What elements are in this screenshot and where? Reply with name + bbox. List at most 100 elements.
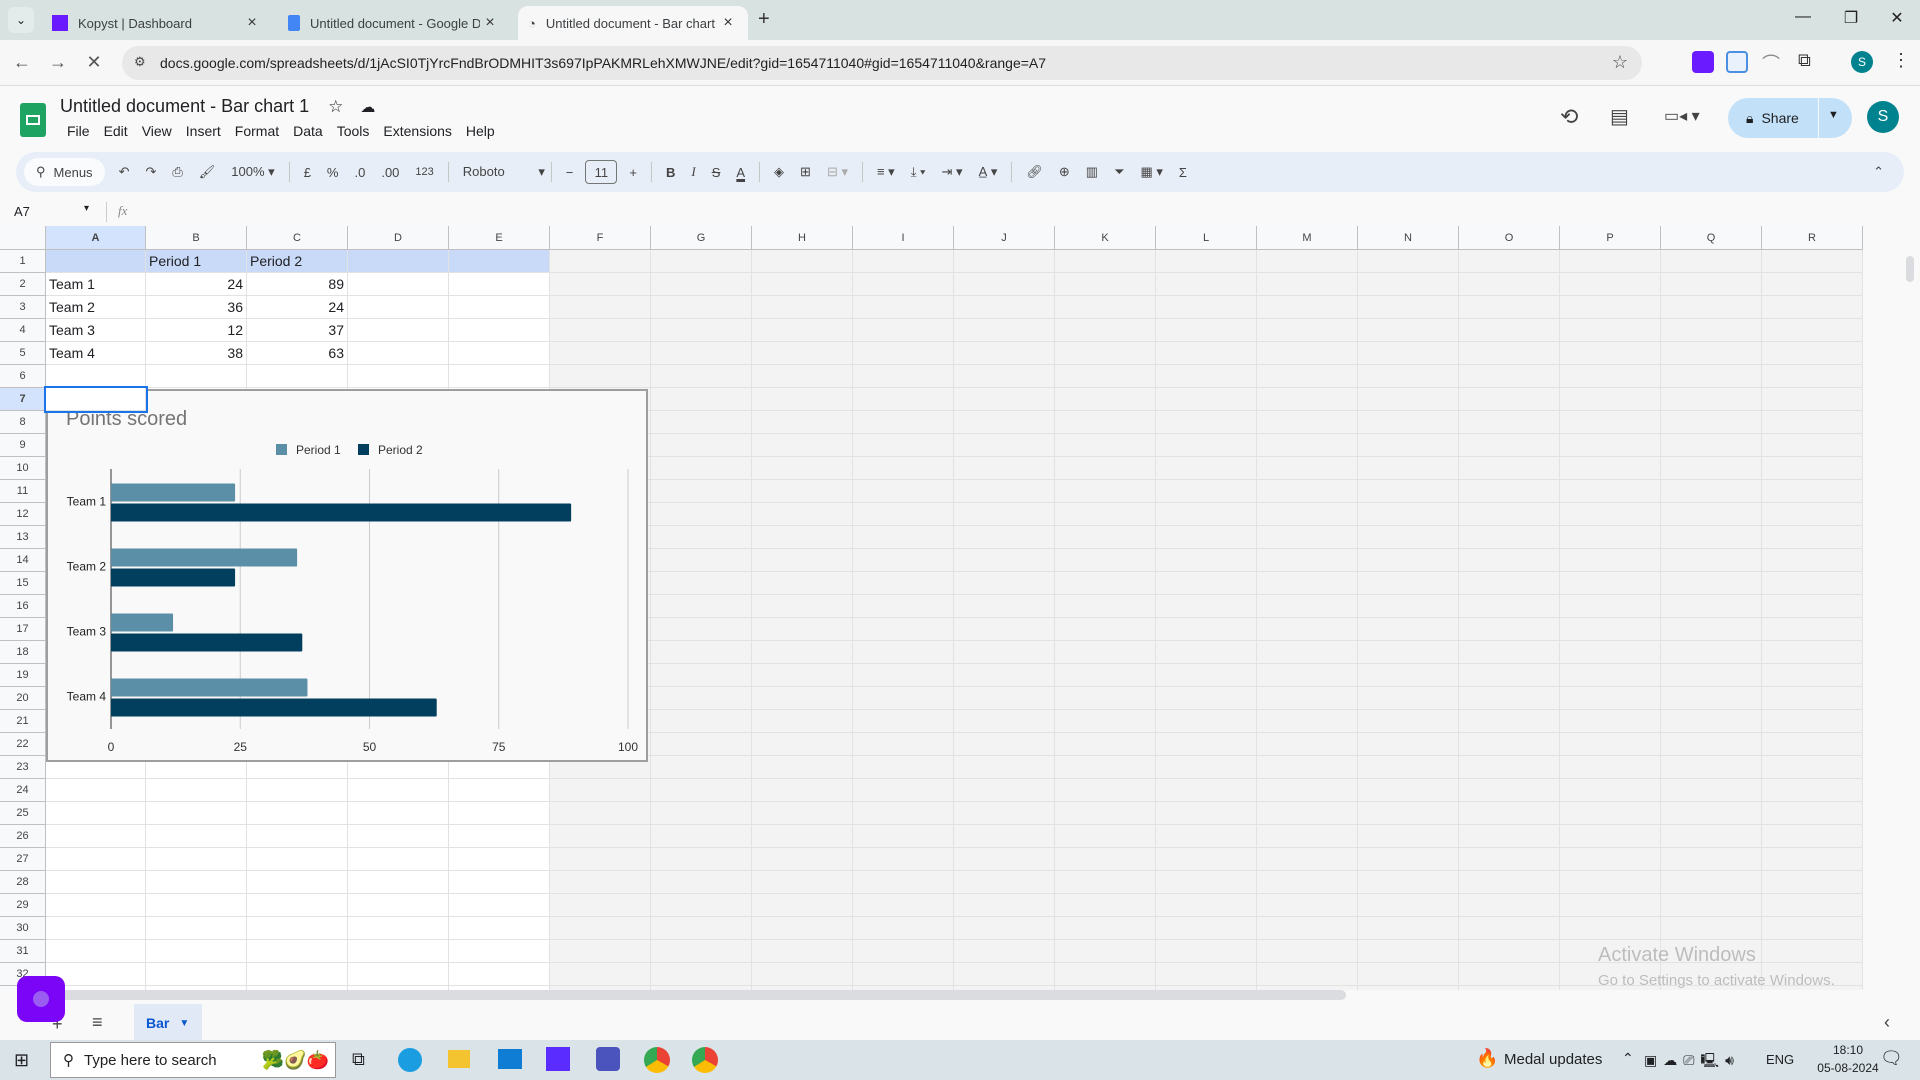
cell-O16[interactable]: [1459, 595, 1560, 618]
cell-L10[interactable]: [1156, 457, 1257, 480]
cell-H28[interactable]: [752, 871, 853, 894]
cell-J7[interactable]: [954, 388, 1055, 411]
cell-P18[interactable]: [1560, 641, 1661, 664]
cell-O18[interactable]: [1459, 641, 1560, 664]
edge-icon[interactable]: [398, 1048, 422, 1072]
cell-E24[interactable]: [449, 779, 550, 802]
cell-L21[interactable]: [1156, 710, 1257, 733]
cell-O20[interactable]: [1459, 687, 1560, 710]
cell-H27[interactable]: [752, 848, 853, 871]
cell-O31[interactable]: [1459, 940, 1560, 963]
cell-Q19[interactable]: [1661, 664, 1762, 687]
clock-date[interactable]: 05-08-2024: [1808, 1061, 1888, 1075]
cell-O33[interactable]: [1459, 986, 1560, 990]
share-dropdown-icon[interactable]: ▼: [1828, 109, 1839, 121]
menu-edit[interactable]: Edit: [97, 123, 135, 139]
cell-O30[interactable]: [1459, 917, 1560, 940]
cell-J16[interactable]: [954, 595, 1055, 618]
cell-J13[interactable]: [954, 526, 1055, 549]
cell-J26[interactable]: [954, 825, 1055, 848]
cell-L22[interactable]: [1156, 733, 1257, 756]
cell-P2[interactable]: [1560, 273, 1661, 296]
cell-G23[interactable]: [651, 756, 752, 779]
cell-G24[interactable]: [651, 779, 752, 802]
cell-A28[interactable]: [46, 871, 146, 894]
cell-O26[interactable]: [1459, 825, 1560, 848]
bar-team-2-period-1[interactable]: [111, 548, 298, 567]
cell-O5[interactable]: [1459, 342, 1560, 365]
cell-N10[interactable]: [1358, 457, 1459, 480]
cell-G17[interactable]: [651, 618, 752, 641]
cell-A4[interactable]: Team 3: [46, 319, 146, 342]
cell-R22[interactable]: [1762, 733, 1863, 756]
row-header-1[interactable]: 1: [0, 250, 46, 273]
cell-K6[interactable]: [1055, 365, 1156, 388]
cell-A24[interactable]: [46, 779, 146, 802]
cell-D3[interactable]: [348, 296, 449, 319]
redo-icon[interactable]: ↷: [137, 164, 164, 180]
bold-icon[interactable]: B: [658, 165, 683, 180]
cell-K21[interactable]: [1055, 710, 1156, 733]
cell-B30[interactable]: [146, 917, 247, 940]
cell-H29[interactable]: [752, 894, 853, 917]
cell-F29[interactable]: [550, 894, 651, 917]
cell-J11[interactable]: [954, 480, 1055, 503]
cell-G10[interactable]: [651, 457, 752, 480]
cell-Q8[interactable]: [1661, 411, 1762, 434]
cell-R23[interactable]: [1762, 756, 1863, 779]
comments-icon[interactable]: ▤: [1610, 104, 1629, 129]
cell-G25[interactable]: [651, 802, 752, 825]
cell-D28[interactable]: [348, 871, 449, 894]
cell-L27[interactable]: [1156, 848, 1257, 871]
cell-O2[interactable]: [1459, 273, 1560, 296]
cell-R29[interactable]: [1762, 894, 1863, 917]
cell-P21[interactable]: [1560, 710, 1661, 733]
cell-O25[interactable]: [1459, 802, 1560, 825]
sheet-tab-dropdown-icon[interactable]: ▼: [179, 1018, 189, 1029]
cell-O21[interactable]: [1459, 710, 1560, 733]
cell-N21[interactable]: [1358, 710, 1459, 733]
restore-button[interactable]: ❐: [1836, 8, 1866, 28]
cell-C25[interactable]: [247, 802, 348, 825]
cell-H24[interactable]: [752, 779, 853, 802]
cell-L11[interactable]: [1156, 480, 1257, 503]
cell-I8[interactable]: [853, 411, 954, 434]
cell-L30[interactable]: [1156, 917, 1257, 940]
cell-Q24[interactable]: [1661, 779, 1762, 802]
cell-M3[interactable]: [1257, 296, 1358, 319]
cell-D2[interactable]: [348, 273, 449, 296]
strikethrough-icon[interactable]: S: [704, 165, 729, 180]
cell-O28[interactable]: [1459, 871, 1560, 894]
cell-Q21[interactable]: [1661, 710, 1762, 733]
cell-O3[interactable]: [1459, 296, 1560, 319]
cell-A30[interactable]: [46, 917, 146, 940]
cell-K8[interactable]: [1055, 411, 1156, 434]
cell-N14[interactable]: [1358, 549, 1459, 572]
borders-icon[interactable]: ⊞: [792, 164, 819, 180]
cell-L9[interactable]: [1156, 434, 1257, 457]
cell-K32[interactable]: [1055, 963, 1156, 986]
cell-K20[interactable]: [1055, 687, 1156, 710]
cell-R20[interactable]: [1762, 687, 1863, 710]
cell-N11[interactable]: [1358, 480, 1459, 503]
cell-N2[interactable]: [1358, 273, 1459, 296]
print-icon[interactable]: ⎙: [164, 164, 190, 180]
row-header-31[interactable]: 31: [0, 940, 46, 963]
cell-P13[interactable]: [1560, 526, 1661, 549]
cell-D29[interactable]: [348, 894, 449, 917]
cell-K19[interactable]: [1055, 664, 1156, 687]
cell-N4[interactable]: [1358, 319, 1459, 342]
cell-M4[interactable]: [1257, 319, 1358, 342]
cell-E4[interactable]: [449, 319, 550, 342]
cell-N27[interactable]: [1358, 848, 1459, 871]
cell-N18[interactable]: [1358, 641, 1459, 664]
cell-Q30[interactable]: [1661, 917, 1762, 940]
cell-H15[interactable]: [752, 572, 853, 595]
column-header-C[interactable]: C: [247, 226, 348, 250]
cell-K31[interactable]: [1055, 940, 1156, 963]
cell-L6[interactable]: [1156, 365, 1257, 388]
cell-J6[interactable]: [954, 365, 1055, 388]
cell-Q12[interactable]: [1661, 503, 1762, 526]
cell-I22[interactable]: [853, 733, 954, 756]
cell-E3[interactable]: [449, 296, 550, 319]
